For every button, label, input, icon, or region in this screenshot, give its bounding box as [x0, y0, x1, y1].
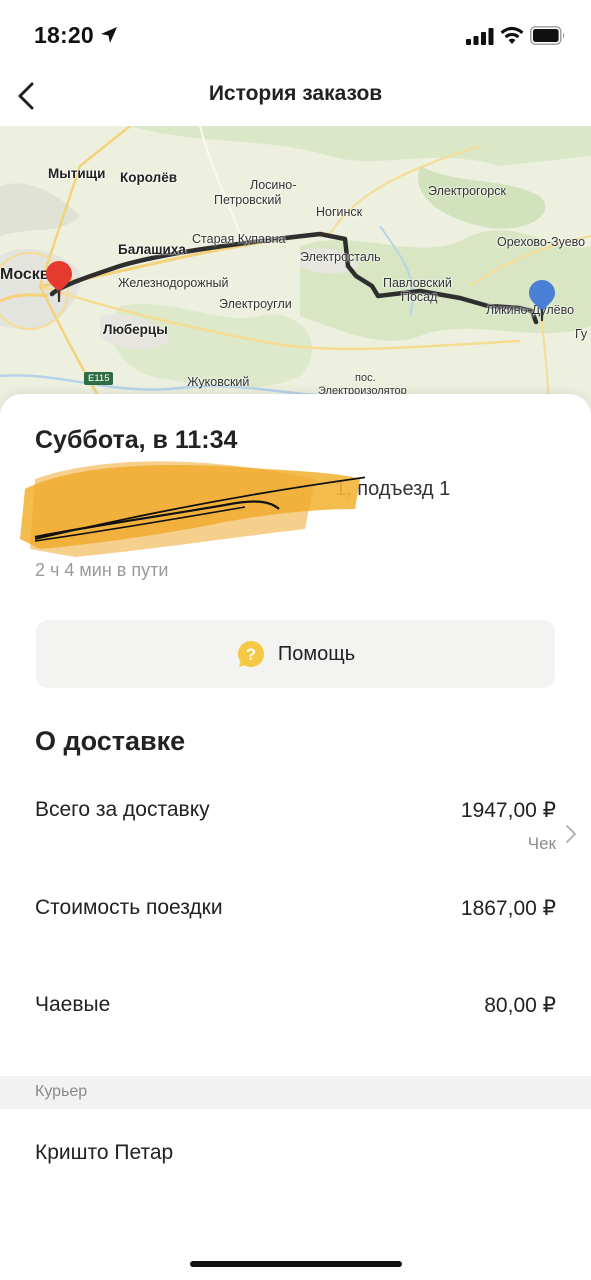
map-label-mytishchi: Мытищи — [48, 166, 106, 181]
receipt-link[interactable]: Чек — [528, 834, 556, 854]
map-label-staraya-kupavna: Старая Купавна — [192, 232, 286, 246]
help-button-content: ? Помощь — [36, 620, 555, 688]
map-label-elektrogorsk: Электрогорск — [428, 184, 506, 198]
map-label-elektrougli: Электроугли — [219, 297, 292, 311]
wifi-icon — [500, 26, 524, 44]
total-delivery-row[interactable]: Всего за доставку 1947,00 ₽ Чек — [0, 798, 591, 858]
courier-section-header: Курьер — [0, 1076, 591, 1109]
courier-section-label: Курьер — [35, 1083, 88, 1100]
page-title: История заказов — [208, 82, 383, 105]
map-label-zheleznodorozhny: Железнодорожный — [118, 276, 229, 290]
delivery-section-title: О доставке — [35, 726, 186, 756]
total-delivery-label: Всего за доставку — [35, 798, 210, 821]
svg-text:?: ? — [246, 645, 256, 664]
battery-icon — [530, 26, 565, 45]
map-label-lyubertsy: Люберцы — [103, 322, 168, 337]
tips-row: Чаевые 80,00 ₽ — [0, 993, 591, 1053]
map-label-posad: Посад — [401, 290, 438, 304]
tips-value: 80,00 ₽ — [484, 994, 556, 1017]
ride-cost-label: Стоимость поездки — [35, 896, 223, 919]
order-details-card: Суббота, в 11:34 1, подъезд 1 2 ч 4 мин … — [0, 394, 591, 1280]
chevron-right-icon — [566, 825, 576, 843]
map-label-pos: пос. — [355, 372, 376, 384]
map-label-balashikha: Балашиха — [118, 242, 186, 257]
travel-time: 2 ч 4 мин в пути — [35, 560, 169, 580]
map-label-losino: Лосино- — [250, 178, 297, 192]
location-arrow-icon — [101, 27, 117, 43]
tips-label: Чаевые — [35, 993, 111, 1016]
header: История заказов — [0, 70, 591, 126]
ride-cost-row: Стоимость поездки 1867,00 ₽ — [0, 896, 591, 956]
help-question-icon: ? — [237, 641, 264, 667]
total-delivery-value: 1947,00 ₽ — [460, 799, 556, 822]
redaction-scribble — [20, 461, 365, 557]
route-map[interactable]: Мытищи Королёв Лосино- Петровский Электр… — [0, 126, 591, 416]
help-button[interactable]: ? Помощь — [36, 620, 555, 688]
map-label-pavlovsky: Павловский — [383, 276, 452, 290]
start-pin-icon[interactable] — [45, 260, 73, 304]
map-label-zhukovsky: Жуковский — [187, 375, 250, 389]
home-indicator[interactable] — [190, 1261, 402, 1267]
map-label-korolev: Королёв — [120, 170, 178, 185]
map-label-gu: Гу — [575, 327, 588, 341]
road-badge-e115: E115 — [84, 372, 114, 385]
status-bar: 18:20 — [0, 0, 591, 70]
status-time: 18:20 — [34, 22, 94, 48]
cellular-signal-icon — [466, 28, 494, 45]
map-label-elektrostal: Электросталь — [300, 250, 381, 264]
map-label-petrovsky: Петровский — [214, 193, 282, 207]
courier-name: Кришто Петар — [35, 1141, 174, 1164]
ride-cost-value: 1867,00 ₽ — [460, 897, 556, 920]
map-label-noginsk: Ногинск — [316, 205, 363, 219]
map-label-orekhovo-zuevo: Орехово-Зуево — [497, 235, 586, 249]
help-button-label: Помощь — [277, 642, 356, 665]
end-pin-icon[interactable] — [528, 279, 556, 323]
